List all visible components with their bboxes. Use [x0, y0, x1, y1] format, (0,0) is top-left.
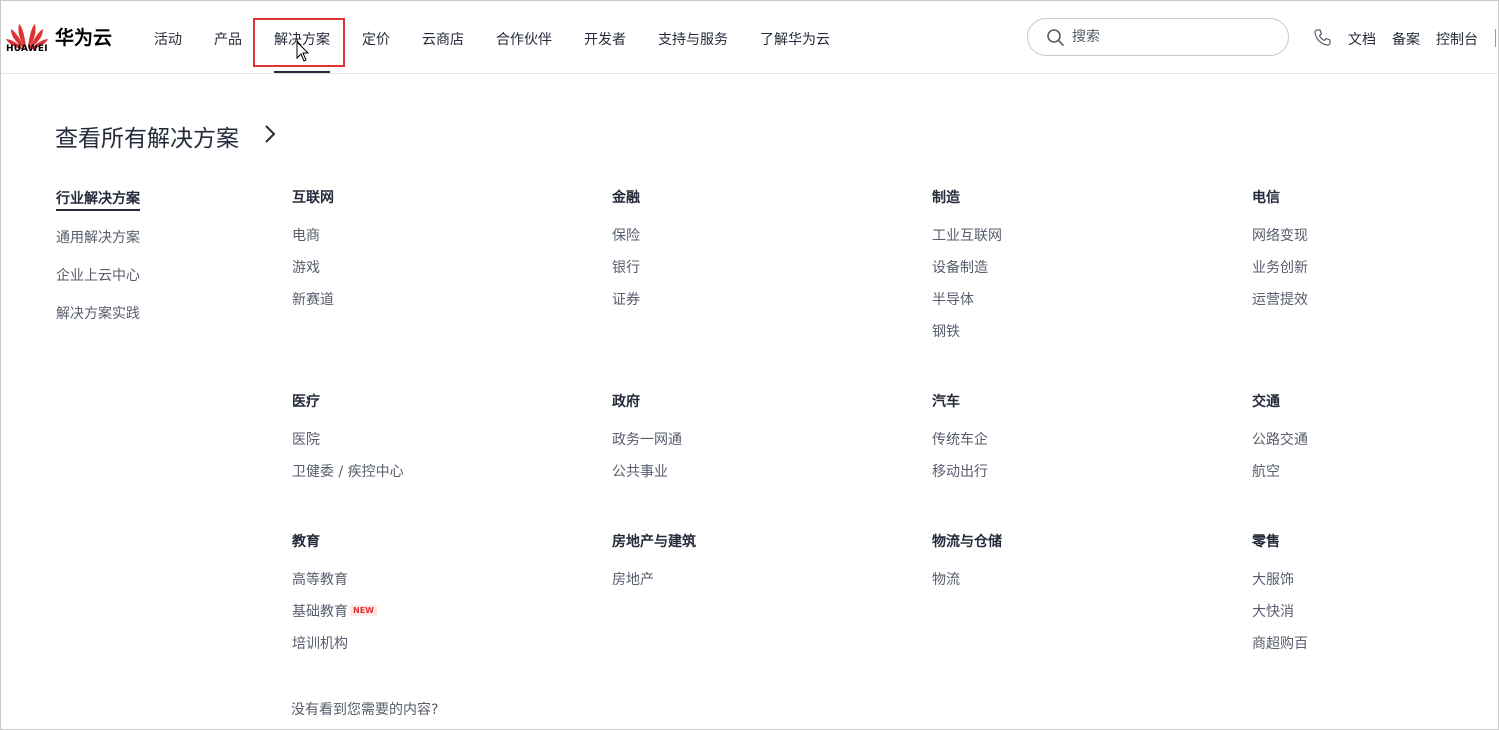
top-header: HUAWEI 华为云 活动 产品 解决方案 定价 云商店 合作伙伴 开发者 支持… — [1, 1, 1498, 74]
category-link[interactable]: 卫健委 / 疾控中心 — [292, 461, 404, 481]
category-link[interactable]: 业务创新 — [1252, 257, 1308, 277]
category-link[interactable]: 公路交通 — [1252, 429, 1308, 449]
category-link[interactable]: 传统车企 — [932, 429, 988, 449]
nav-item-support[interactable]: 支持与服务 — [658, 29, 728, 49]
browser-frame: HUAWEI 华为云 活动 产品 解决方案 定价 云商店 合作伙伴 开发者 支持… — [0, 0, 1499, 730]
category-title-real-estate: 房地产与建筑 — [612, 534, 696, 550]
category-link[interactable]: 新赛道 — [292, 289, 334, 309]
category-link[interactable]: 政务一网通 — [612, 429, 682, 449]
category-link[interactable]: 移动出行 — [932, 461, 988, 481]
nav-item-marketplace[interactable]: 云商店 — [422, 29, 464, 49]
cursor-icon — [296, 41, 310, 62]
category-link[interactable]: 证券 — [612, 289, 640, 309]
category-link[interactable]: 医院 — [292, 429, 320, 449]
brand-name[interactable]: 华为云 — [55, 23, 112, 50]
category-title-transport: 交通 — [1252, 394, 1280, 410]
category-link[interactable]: 工业互联网 — [932, 225, 1002, 245]
logo-wordmark: HUAWEI — [6, 44, 48, 54]
nav-item-partners[interactable]: 合作伙伴 — [496, 29, 552, 49]
phone-icon[interactable] — [1314, 28, 1332, 46]
nav-item-activities[interactable]: 活动 — [154, 29, 182, 49]
category-link[interactable]: 运营提效 — [1252, 289, 1308, 309]
category-title-retail: 零售 — [1252, 534, 1280, 550]
category-title-finance: 金融 — [612, 190, 640, 206]
category-title-manufacturing: 制造 — [932, 190, 960, 206]
category-link[interactable]: 物流 — [932, 569, 960, 589]
sidebar-item-industry[interactable]: 行业解决方案 — [56, 188, 140, 208]
view-all-solutions-link[interactable]: 查看所有解决方案 — [55, 119, 239, 153]
category-link[interactable]: 游戏 — [292, 257, 320, 277]
category-title-logistics: 物流与仓储 — [932, 534, 1002, 550]
sidebar-item-practice[interactable]: 解决方案实践 — [56, 303, 140, 323]
util-filing-link[interactable]: 备案 — [1392, 29, 1420, 49]
category-title-telecom: 电信 — [1252, 190, 1280, 206]
category-link[interactable]: 保险 — [612, 225, 640, 245]
category-title-government: 政府 — [612, 394, 640, 410]
category-link[interactable]: 银行 — [612, 257, 640, 277]
category-link[interactable]: 半导体 — [932, 289, 974, 309]
util-console-link[interactable]: 控制台 — [1436, 29, 1478, 49]
nav-item-about[interactable]: 了解华为云 — [760, 29, 830, 49]
category-link[interactable]: 房地产 — [612, 569, 654, 589]
category-link[interactable]: 大服饰 — [1252, 569, 1294, 589]
header-divider — [1495, 29, 1496, 47]
category-link[interactable]: 电商 — [292, 225, 320, 245]
new-badge: NEW — [350, 605, 377, 616]
category-link[interactable]: 网络变现 — [1252, 225, 1308, 245]
category-title-education: 教育 — [292, 534, 320, 550]
category-title-medical: 医疗 — [292, 394, 320, 410]
category-link[interactable]: 商超购百 — [1252, 633, 1308, 653]
nav-item-pricing[interactable]: 定价 — [362, 29, 390, 49]
nav-item-developers[interactable]: 开发者 — [584, 29, 626, 49]
bottom-note: 没有看到您需要的内容? — [291, 702, 439, 718]
sidebar-active-underline — [56, 209, 140, 211]
search-input[interactable] — [1072, 27, 1272, 47]
category-link[interactable]: 设备制造 — [932, 257, 988, 277]
category-link[interactable]: 大快消 — [1252, 601, 1294, 621]
category-link[interactable]: 公共事业 — [612, 461, 668, 481]
nav-active-underline — [274, 71, 330, 73]
category-link[interactable]: 钢铁 — [932, 321, 960, 341]
nav-item-products[interactable]: 产品 — [214, 29, 242, 49]
category-title-automotive: 汽车 — [932, 394, 960, 410]
category-title-internet: 互联网 — [292, 190, 334, 206]
category-link[interactable]: 基础教育 — [292, 601, 348, 621]
sidebar-item-general[interactable]: 通用解决方案 — [56, 227, 140, 247]
category-link[interactable]: 高等教育 — [292, 569, 348, 589]
search-icon[interactable] — [1046, 28, 1066, 48]
category-link[interactable]: 航空 — [1252, 461, 1280, 481]
search-box[interactable] — [1027, 18, 1289, 56]
chevron-right-icon[interactable] — [263, 124, 277, 144]
util-docs-link[interactable]: 文档 — [1348, 29, 1376, 49]
category-link[interactable]: 培训机构 — [292, 633, 348, 653]
sidebar-item-cloud-center[interactable]: 企业上云中心 — [56, 265, 140, 285]
